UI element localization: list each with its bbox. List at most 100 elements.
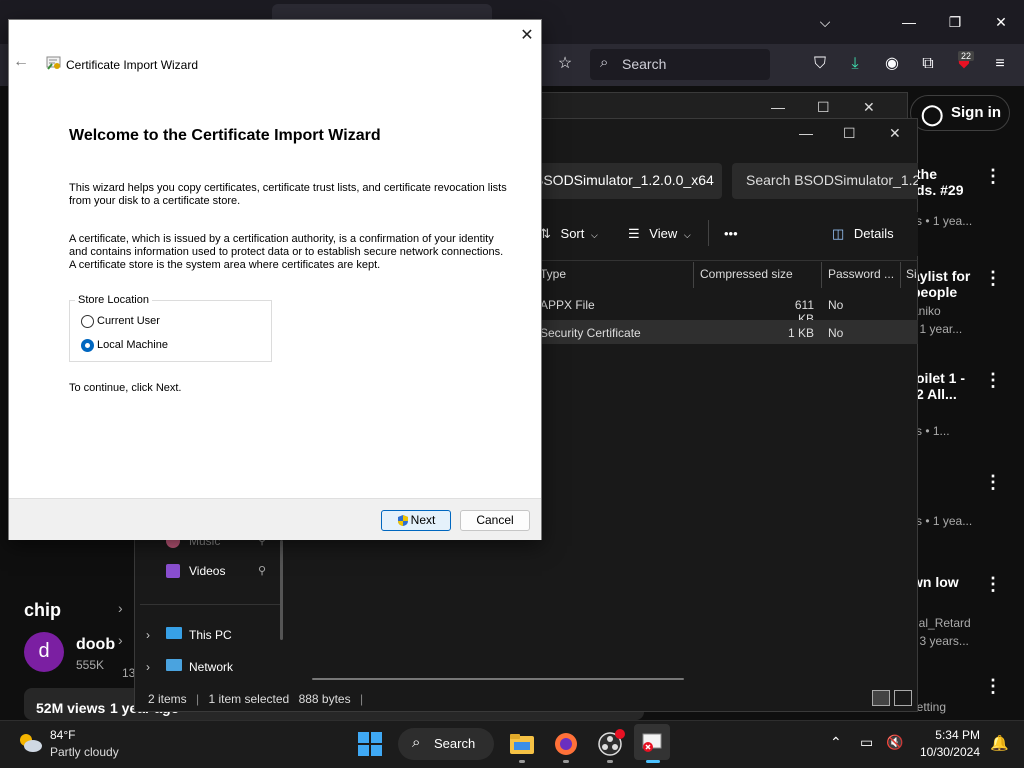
extensions-icon[interactable]: ⧉ [916, 52, 940, 76]
table-row[interactable]: Security Certificate 1 KB No [526, 320, 918, 344]
explorer-search-placeholder: Search BSODSimulator_1.2.0.0_x64 [746, 172, 918, 188]
this-pc-icon [166, 627, 182, 639]
more-actions-icon[interactable]: ⋮ [984, 166, 1002, 187]
pin-icon[interactable]: ⚲ [258, 564, 266, 577]
close-icon[interactable]: ✕ [978, 0, 1024, 44]
rec-item[interactable]: oilet 1 - 2 All... s • 1... [916, 370, 965, 438]
more-actions-icon[interactable]: ⋮ [984, 370, 1002, 391]
file-explorer-taskbar-icon[interactable] [504, 726, 540, 762]
more-actions-icon[interactable]: ⋮ [984, 574, 1002, 595]
table-row[interactable]: APPX File 611 KB No [526, 292, 918, 326]
sign-in-button[interactable]: ◯ Sign in [910, 95, 1010, 131]
cancel-button[interactable]: Cancel [460, 510, 530, 531]
sort-button[interactable]: ⇅ Sort ⌵ [540, 226, 598, 242]
more-actions-icon[interactable]: ⋮ [984, 472, 1002, 493]
chevron-down-icon: ⌵ [683, 230, 691, 240]
chevron-right-icon[interactable]: › [118, 600, 123, 616]
account-icon[interactable]: ◉ [880, 52, 904, 76]
taskbar-search[interactable]: ⌕ Search [398, 728, 494, 760]
column-header-size[interactable]: Si [906, 267, 917, 281]
obs-taskbar-icon[interactable] [592, 726, 628, 762]
volume-muted-icon[interactable]: 🔇 [886, 734, 903, 751]
minimize-icon[interactable]: — [886, 0, 932, 44]
chevron-right-icon[interactable]: › [118, 632, 123, 648]
downloads-icon[interactable]: ⤓ [843, 52, 867, 76]
view-icon: ☰ [628, 226, 640, 241]
weather-temperature[interactable]: 84°F [50, 728, 75, 742]
see-more-button[interactable]: ••• [724, 226, 738, 241]
running-indicator [563, 760, 569, 763]
chevron-down-icon: ⌵ [591, 230, 598, 240]
user-circle-icon: ◯ [921, 104, 944, 126]
cell-size: 1 KB [787, 326, 814, 340]
running-indicator [607, 760, 613, 763]
minimize-icon[interactable]: — [799, 125, 813, 141]
nav-item-network[interactable]: Network [189, 660, 233, 674]
nav-scrollbar[interactable] [280, 540, 283, 640]
cell-type: APPX File [540, 298, 595, 312]
address-path: BSODSimulator_1.2.0.0_x64 [534, 172, 714, 188]
menu-icon[interactable]: ≡ [988, 52, 1012, 76]
close-icon[interactable]: ✕ [863, 99, 875, 116]
clock-time[interactable]: 5:34 PM [920, 728, 980, 742]
browser-search-box[interactable]: ⌕ Search [590, 49, 770, 80]
tiles-view-icon[interactable] [894, 690, 912, 706]
channel-avatar[interactable]: d [24, 632, 64, 672]
address-bar[interactable]: BSODSimulator_1.2.0.0_x64 [526, 163, 722, 199]
chevron-right-icon[interactable]: › [146, 660, 150, 674]
rec-meta: • 1 year... [912, 322, 963, 336]
nav-item-videos[interactable]: Videos [189, 564, 225, 578]
firefox-taskbar-icon[interactable] [548, 726, 584, 762]
rec-title: oilet 1 - [916, 370, 966, 386]
rec-title: 2 All... [916, 386, 957, 402]
close-icon[interactable]: ✕ [515, 24, 539, 48]
weather-condition[interactable]: Partly cloudy [50, 745, 119, 759]
rec-item[interactable]: wn low nal_Retard • 3 years... [912, 574, 971, 648]
column-header-type[interactable]: Type [540, 267, 566, 281]
rec-item[interactable]: s • 1 yea... [916, 514, 972, 528]
more-actions-icon[interactable]: ⋮ [984, 268, 1002, 289]
weather-icon[interactable] [16, 730, 44, 754]
more-actions-icon[interactable]: ⋮ [984, 676, 1002, 697]
minimize-icon[interactable]: — [771, 99, 785, 115]
rec-item[interactable]: aylist for people aniko • 1 year... [912, 268, 970, 336]
details-pane-button[interactable]: ◫ Details [832, 226, 894, 242]
nav-item-this-pc[interactable]: This PC [189, 628, 232, 642]
horizontal-scrollbar[interactable] [312, 678, 684, 680]
search-icon: ⌕ [600, 54, 609, 71]
display-icon[interactable]: ▭ [860, 734, 873, 751]
bookmark-star-icon[interactable]: ☆ [553, 52, 577, 76]
details-pane-icon: ◫ [832, 226, 845, 241]
rec-meta: s • 1... [916, 424, 950, 438]
divider [693, 262, 694, 288]
browser-search-placeholder: Search [622, 56, 667, 72]
radio-button[interactable] [81, 315, 94, 328]
pocket-icon[interactable]: ⛉ [808, 52, 832, 76]
certificate-taskbar-icon[interactable] [634, 724, 670, 760]
close-icon[interactable]: ✕ [889, 125, 901, 142]
start-icon[interactable] [358, 732, 382, 756]
column-header-password[interactable]: Password ... [828, 267, 894, 281]
next-button[interactable]: Next [381, 510, 451, 531]
shield-icon [397, 514, 409, 527]
view-button[interactable]: ☰ View ⌵ [628, 226, 691, 242]
channel-name[interactable]: doob [76, 636, 115, 654]
back-arrow-icon[interactable]: ← [13, 53, 33, 73]
column-header-compressed-size[interactable]: Compressed size [700, 267, 793, 281]
clock-date[interactable]: 10/30/2024 [912, 745, 980, 759]
current-user-label: Current User [97, 315, 160, 327]
radio-button-selected[interactable] [81, 339, 94, 352]
list-all-tabs-icon[interactable]: ⌵ [802, 0, 848, 44]
chevron-up-icon[interactable]: ⌃ [830, 734, 842, 751]
divider [526, 260, 918, 261]
network-icon [166, 659, 182, 671]
notification-bell-icon[interactable]: 🔔 [990, 734, 1009, 752]
explorer-search-input[interactable]: Search BSODSimulator_1.2.0.0_x64 [732, 163, 918, 199]
details-view-icon[interactable] [872, 690, 890, 706]
chevron-right-icon[interactable]: › [146, 628, 150, 642]
maximize-icon[interactable]: ☐ [817, 99, 830, 116]
rec-item[interactable]: the ds. #29 s • 1 yea... [916, 166, 972, 228]
maximize-icon[interactable]: ❐ [932, 0, 978, 44]
maximize-icon[interactable]: ☐ [843, 125, 856, 142]
status-item-count: 2 items [148, 692, 187, 706]
